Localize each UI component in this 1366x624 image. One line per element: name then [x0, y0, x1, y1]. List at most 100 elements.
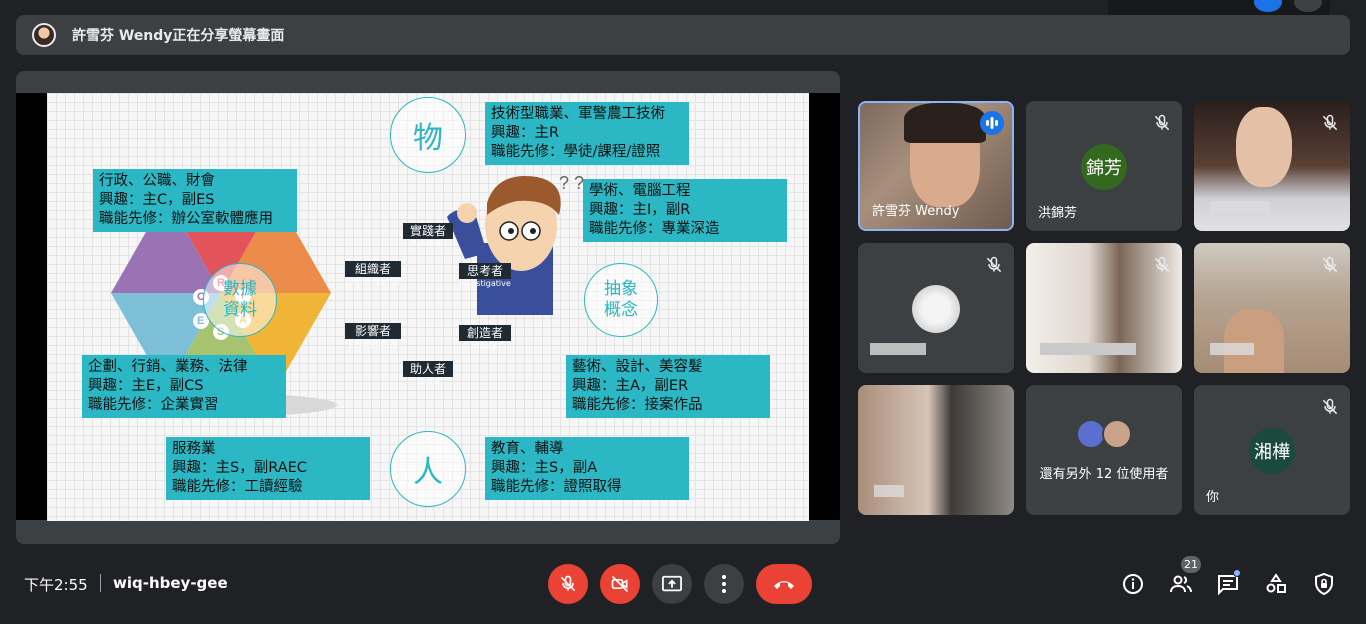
- present-button[interactable]: [652, 564, 692, 604]
- present-screen-icon: [662, 575, 682, 592]
- box-conventional-line3: 職能先修：辦公室軟體應用: [99, 211, 273, 227]
- leave-call-button[interactable]: [756, 564, 812, 604]
- presenting-banner: 許雪芬 Wendy正在分享螢幕畫面: [16, 15, 1350, 55]
- box-social-service-line2: 興趣：主S，副RAEC: [172, 460, 307, 476]
- top-gray-button[interactable]: [1294, 0, 1322, 12]
- tile-wendy[interactable]: 許雪芬 Wendy: [858, 101, 1014, 231]
- top-notification-strip: [1108, 0, 1330, 16]
- hex-label-investigative: 思考者 Investigative: [459, 263, 511, 288]
- others-avatar-2: [1102, 419, 1132, 449]
- host-controls-icon[interactable]: [1312, 572, 1336, 596]
- hex-conventional-en: Conventional: [346, 277, 400, 286]
- more-options-button[interactable]: [704, 564, 744, 604]
- tile-hong[interactable]: 錦芳 洪錦芳: [1026, 101, 1182, 231]
- box-investigative-line1: 學術、電腦工程: [589, 183, 691, 199]
- hex-social-zh: 助人者: [403, 361, 453, 377]
- mic-off-icon: [1322, 256, 1338, 273]
- camera-off-icon: [611, 575, 629, 593]
- cartoon-thinker: [447, 176, 561, 315]
- avatar-initials-hong: 錦芳: [1081, 144, 1127, 190]
- tile-participant-3[interactable]: [1194, 101, 1350, 231]
- box-realistic-line2: 興趣：主R: [491, 125, 560, 141]
- tile-name-hong: 洪錦芳: [1038, 206, 1078, 221]
- tile-participant-5[interactable]: [1026, 243, 1182, 373]
- hex-conventional-zh: 組織者: [345, 261, 401, 277]
- box-enterprising: 企劃、行銷、業務、法律 興趣：主E，副CS 職能先修：企業實習: [82, 355, 286, 418]
- participant-6-head: [1224, 309, 1284, 373]
- box-artistic-line2: 興趣：主A，副ER: [572, 378, 689, 394]
- wendy-hair: [904, 103, 986, 143]
- tile-participant-6[interactable]: [1194, 243, 1350, 373]
- tile-others[interactable]: 還有另外 12 位使用者: [1026, 385, 1182, 515]
- clock: 下午2:55: [24, 576, 88, 594]
- speaking-indicator: [980, 111, 1004, 135]
- chat-unread-dot: [1233, 569, 1241, 577]
- circle-data-line2: 資料: [223, 300, 257, 320]
- box-artistic: 藝術、設計、美容髮 興趣：主A，副ER 職能先修：接案作品: [566, 355, 770, 418]
- avatar-initials-you: 湘樺: [1249, 428, 1295, 474]
- mic-off-icon: [1154, 114, 1170, 131]
- circle-people: 人: [390, 431, 466, 507]
- divider: [100, 574, 101, 592]
- hex-label-artistic: 創造者 Artistic: [459, 325, 511, 350]
- mic-off-icon: [1154, 256, 1170, 273]
- hex-investigative-en: Investigative: [459, 279, 511, 288]
- box-social-education-line1: 教育、輔導: [491, 441, 564, 457]
- box-conventional: 行政、公職、財會 興趣：主C，副ES 職能先修：辦公室軟體應用: [93, 169, 297, 232]
- box-investigative-line2: 興趣：主I，副R: [589, 202, 691, 218]
- box-social-education-line2: 興趣：主S，副A: [491, 460, 598, 476]
- box-social-education: 教育、輔導 興趣：主S，副A 職能先修：證照取得: [485, 437, 689, 500]
- box-social-service-line1: 服務業: [172, 441, 216, 457]
- camera-button[interactable]: [600, 564, 640, 604]
- circle-data: 數據 資料: [203, 263, 277, 337]
- box-artistic-line3: 職能先修：接案作品: [572, 397, 703, 413]
- tile-participant-7[interactable]: [858, 385, 1014, 515]
- microphone-button[interactable]: [548, 564, 588, 604]
- hex-label-conventional: 組織者 Conventional: [345, 261, 401, 286]
- circle-ideas: 抽象 概念: [584, 263, 658, 337]
- tile-participant-4[interactable]: [858, 243, 1014, 373]
- hang-up-icon: [774, 581, 794, 589]
- activities-icon[interactable]: [1264, 572, 1288, 596]
- others-count-text: 還有另外 12 位使用者: [1039, 467, 1169, 482]
- top-blue-button[interactable]: [1254, 0, 1282, 12]
- info-icon[interactable]: [1121, 572, 1145, 596]
- mic-off-icon: [560, 575, 576, 592]
- box-conventional-line1: 行政、公職、財會: [99, 173, 215, 189]
- hex-realistic-zh: 實踐者: [403, 223, 453, 239]
- box-enterprising-line1: 企劃、行銷、業務、法律: [88, 359, 248, 375]
- box-investigative-line3: 職能先修：專業深造: [589, 221, 720, 237]
- box-realistic-line1: 技術型職業、軍警農工技術: [491, 106, 665, 122]
- box-realistic-line3: 職能先修：學徒/課程/證照: [491, 144, 661, 160]
- circle-ideas-line1: 抽象: [604, 279, 638, 299]
- hex-realistic-en: Realistic: [411, 239, 445, 248]
- people-icon[interactable]: [1169, 572, 1193, 596]
- box-enterprising-line3: 職能先修：企業實習: [88, 397, 219, 413]
- box-social-service-line3: 職能先修：工讀經驗: [172, 479, 303, 495]
- hex-investigative-zh: 思考者: [459, 263, 511, 279]
- hex-label-social: 助人者 Social: [403, 361, 453, 386]
- letter-e: E: [197, 315, 205, 327]
- box-realistic: 技術型職業、軍警農工技術 興趣：主R 職能先修：學徒/課程/證照: [485, 102, 689, 165]
- more-vert-icon: [722, 575, 726, 593]
- tile-name-wendy: 許雪芬 Wendy: [872, 204, 960, 219]
- bottom-toolbar: 下午2:55 wiq-hbey-gee 21: [0, 552, 1366, 624]
- sound-bars-icon: [986, 117, 998, 129]
- mic-off-icon: [1322, 114, 1338, 131]
- blurred-name: [874, 485, 904, 497]
- blurred-name: [1210, 343, 1254, 355]
- mic-off-icon: [986, 256, 1002, 273]
- box-enterprising-line2: 興趣：主E，副CS: [88, 378, 204, 394]
- circle-things: 物: [390, 97, 466, 173]
- presenter-avatar: [32, 23, 56, 47]
- box-social-education-line3: 職能先修：證照取得: [491, 479, 622, 495]
- hex-label-enterprising: 影響者 Enterprising: [345, 323, 401, 348]
- hex-label-realistic: 實踐者 Realistic: [403, 223, 453, 248]
- box-artistic-line1: 藝術、設計、美容髮: [572, 359, 703, 375]
- hex-artistic-en: Artistic: [470, 341, 500, 350]
- tile-you[interactable]: 湘樺 你: [1194, 385, 1350, 515]
- hex-artistic-zh: 創造者: [459, 325, 511, 341]
- box-social-service: 服務業 興趣：主S，副RAEC 職能先修：工讀經驗: [166, 437, 370, 500]
- circle-data-line1: 數據: [223, 279, 257, 299]
- hex-enterprising-zh: 影響者: [345, 323, 401, 339]
